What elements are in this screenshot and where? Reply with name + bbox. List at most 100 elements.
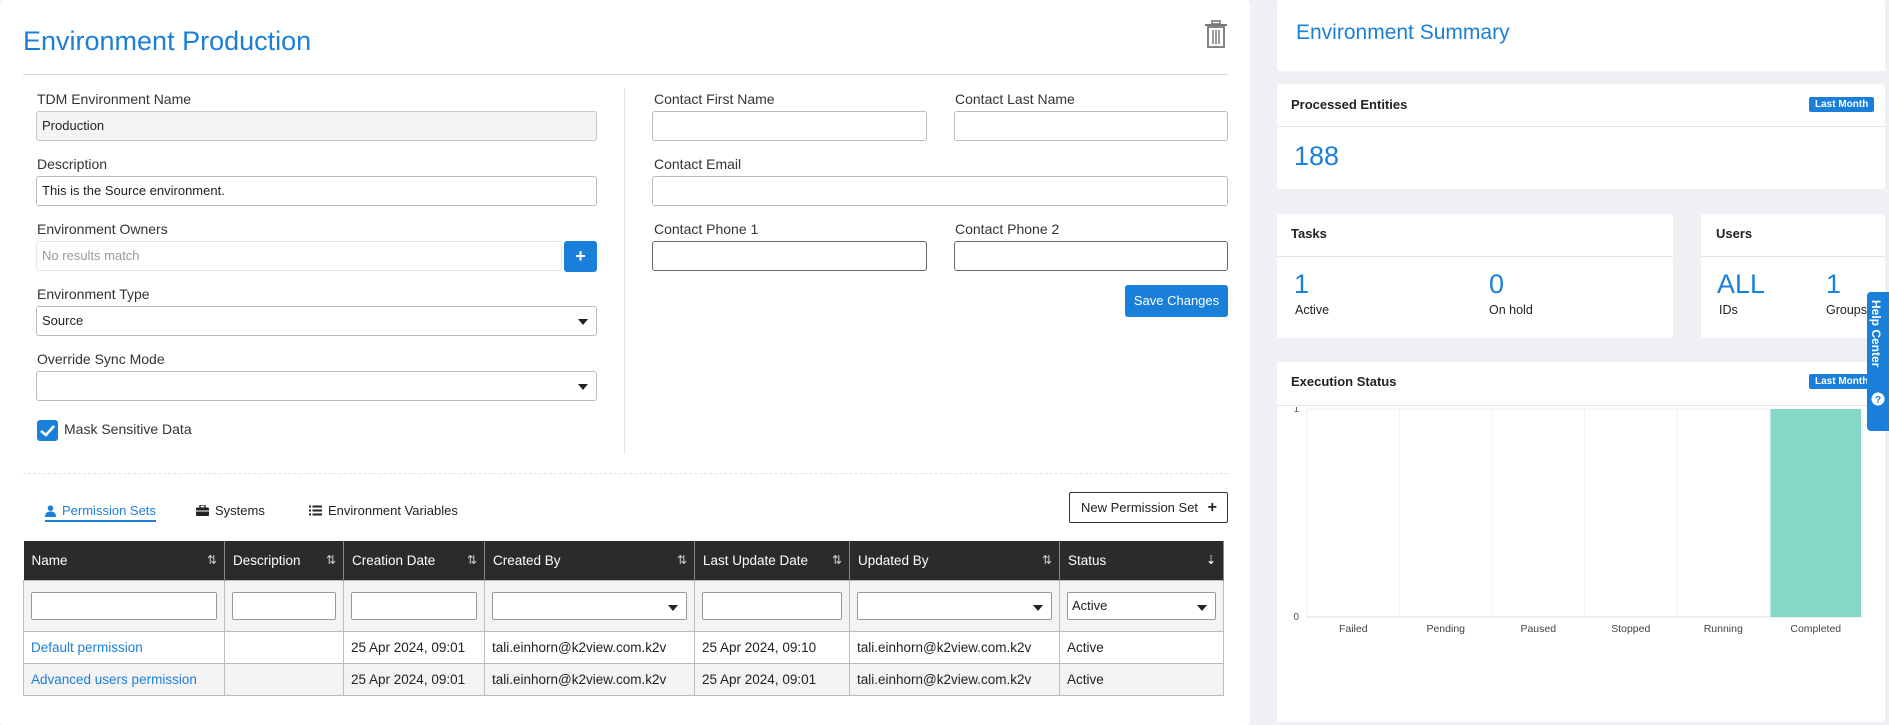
chart-y-tick-label: 0 (1293, 612, 1299, 623)
tab-label: Permission Sets (62, 503, 156, 518)
chevron-down-icon (668, 604, 678, 611)
tab-systems[interactable]: Systems (196, 503, 265, 518)
card-divider (1277, 256, 1673, 257)
status-filter-select[interactable]: Active (1067, 591, 1216, 620)
column-header-description[interactable]: Description ⇅ (224, 541, 344, 580)
trash-icon[interactable] (1203, 20, 1229, 48)
chevron-down-icon (578, 319, 588, 325)
user-icon (45, 504, 56, 517)
save-button[interactable]: Save Changes (1125, 285, 1228, 317)
tab-label: Systems (215, 503, 265, 518)
svg-text:?: ? (1875, 395, 1881, 406)
description-cell (224, 630, 344, 664)
created-by-cell: tali.einhorn@k2view.com.k2v (484, 630, 695, 664)
card-divider (1277, 126, 1885, 127)
contact-phone1-input[interactable] (652, 241, 927, 271)
status-cell: Active (1059, 662, 1224, 696)
list-icon (309, 505, 322, 516)
permission-sets-table: Name ⇅ Description ⇅ Creation Date ⇅ Create… (23, 541, 1224, 696)
sort-icon[interactable]: ⇅ (467, 553, 477, 567)
chart-x-tick-label: Completed (1790, 623, 1841, 635)
chart-y-tick-label: 1 (1293, 407, 1299, 415)
contact-last-input[interactable] (954, 111, 1228, 141)
sort-desc-icon[interactable]: ⇣ (1206, 553, 1216, 567)
chevron-down-icon (1033, 604, 1043, 611)
users-ids-label: IDs (1719, 303, 1738, 317)
mask-checkbox[interactable] (37, 420, 58, 441)
sort-icon[interactable]: ⇅ (832, 553, 842, 567)
chart-x-tick-label: Failed (1339, 623, 1368, 635)
updated-by-filter-select[interactable] (857, 591, 1052, 620)
tasks-card: Tasks 1 Active 0 On hold (1277, 214, 1673, 338)
contact-phone1-label: Contact Phone 1 (654, 221, 759, 237)
filter-row: Active (23, 579, 1224, 632)
column-header-created-by[interactable]: Created By ⇅ (484, 541, 695, 580)
new-permission-set-button[interactable]: New Permission Set + (1069, 492, 1228, 523)
env-type-value: Source (42, 313, 84, 328)
summary-header-card: Environment Summary (1277, 0, 1885, 71)
contact-last-label: Contact Last Name (955, 91, 1075, 107)
page-title: Environment Production (23, 26, 312, 56)
override-sync-select[interactable] (36, 371, 597, 401)
add-owner-button[interactable]: + (564, 241, 597, 272)
check-icon (40, 425, 55, 437)
creation-date-cell: 25 Apr 2024, 09:01 (343, 630, 485, 664)
description-label: Description (37, 156, 108, 172)
status-filter-value: Active (1072, 597, 1108, 613)
section-divider (23, 473, 1228, 474)
created-by-filter-select[interactable] (492, 591, 687, 620)
description-field[interactable]: This is the Source environment. (36, 176, 597, 206)
execution-status-label: Execution Status (1291, 374, 1397, 389)
permission-name-link[interactable]: Advanced users permission (31, 672, 197, 687)
column-header-name[interactable]: Name ⇅ (23, 541, 225, 580)
briefcase-icon (196, 505, 209, 516)
last-update-filter-input[interactable] (702, 591, 842, 620)
contact-phone2-input[interactable] (954, 241, 1228, 271)
card-divider (1701, 256, 1885, 257)
processed-badge: Last Month (1809, 97, 1875, 112)
last-update-cell: 25 Apr 2024, 09:10 (694, 630, 850, 664)
creation-date-cell: 25 Apr 2024, 09:01 (343, 662, 485, 696)
execution-status-chart: 0 1 Failed Pending Paused Stopped Running Compl… (1293, 407, 1863, 635)
owners-select[interactable]: No results match (36, 241, 562, 271)
contact-email-input[interactable] (652, 176, 1228, 206)
help-center-label[interactable]: Help Center (1869, 300, 1883, 367)
tasks-active-value: 1 (1294, 269, 1310, 299)
column-header-creation-date[interactable]: Creation Date ⇅ (343, 541, 485, 580)
users-label: Users (1716, 226, 1753, 241)
column-header-last-update-date[interactable]: Last Update Date ⇅ (694, 541, 850, 580)
updated-by-cell: tali.einhorn@k2view.com.k2v (849, 662, 1060, 696)
users-ids-value: ALL (1717, 269, 1766, 299)
sort-icon[interactable]: ⇅ (677, 553, 687, 567)
tab-environment-variables[interactable]: Environment Variables (309, 503, 458, 518)
name-filter-input[interactable] (31, 591, 217, 620)
contact-first-input[interactable] (652, 111, 927, 141)
chevron-down-icon (578, 384, 588, 390)
sort-icon[interactable]: ⇅ (1042, 553, 1052, 567)
contact-email-label: Contact Email (654, 156, 742, 172)
sort-icon[interactable]: ⇅ (326, 553, 336, 567)
created-by-cell: tali.einhorn@k2view.com.k2v (484, 662, 695, 696)
execution-status-card: Execution Status Last Month 0 1 Failed Pend… (1277, 362, 1885, 722)
card-divider (1277, 405, 1885, 406)
last-update-cell: 25 Apr 2024, 09:01 (694, 662, 850, 696)
tasks-active-label: Active (1295, 303, 1330, 317)
permission-name-link[interactable]: Default permission (31, 640, 143, 655)
tasks-hold-value: 0 (1489, 269, 1505, 299)
column-divider (624, 88, 625, 454)
creation-date-filter-input[interactable] (351, 591, 477, 620)
env-type-select[interactable]: Source (36, 306, 597, 336)
summary-title: Environment Summary (1296, 21, 1510, 44)
updated-by-cell: tali.einhorn@k2view.com.k2v (849, 630, 1060, 664)
chart-bar (1770, 409, 1861, 617)
env-name-field[interactable]: Production (36, 111, 597, 141)
mask-label: Mask Sensitive Data (64, 421, 192, 437)
table-row: Default permission 25 Apr 2024, 09:01 ta… (23, 630, 1224, 664)
processed-card: Processed Entities Last Month 188 (1277, 84, 1885, 189)
tab-permission-sets[interactable]: Permission Sets (45, 503, 156, 522)
column-header-updated-by[interactable]: Updated By ⇅ (849, 541, 1060, 580)
chart-x-tick-label: Stopped (1611, 623, 1650, 635)
description-filter-input[interactable] (232, 591, 336, 620)
sort-icon[interactable]: ⇅ (207, 553, 217, 567)
column-header-status[interactable]: Status ⇣ (1059, 541, 1224, 580)
